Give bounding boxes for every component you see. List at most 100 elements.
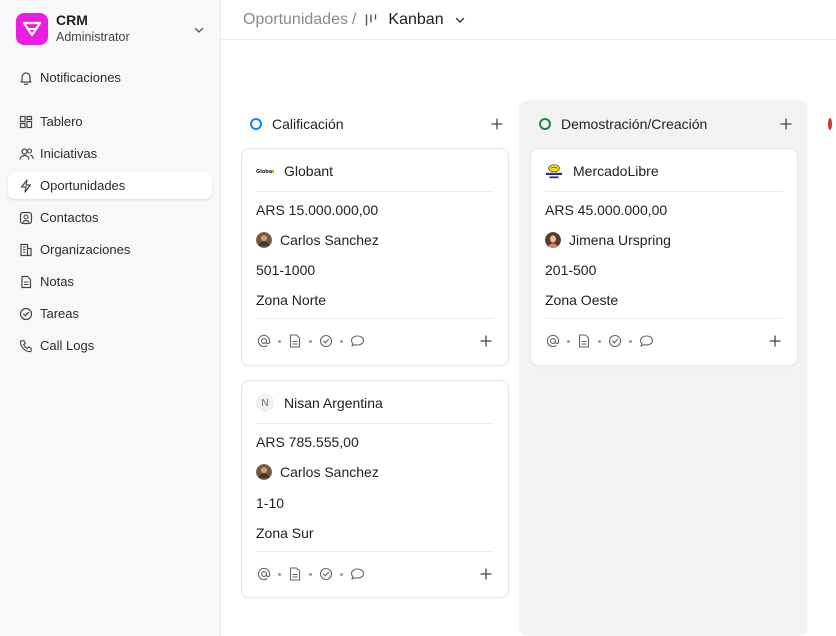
sidebar-item-call-logs[interactable]: Call Logs: [8, 332, 212, 359]
column-header: Calificación: [250, 114, 506, 134]
view-selector[interactable]: Kanban: [388, 11, 443, 29]
sidebar-item-label: Contactos: [40, 210, 99, 225]
bell-icon: [18, 70, 34, 86]
status-indicator-icon: [250, 118, 262, 130]
owner-name: Jimena Urspring: [569, 232, 671, 248]
owner-name: Carlos Sanchez: [280, 232, 379, 248]
divider: [545, 191, 783, 192]
sidebar-item-label: Tablero: [40, 114, 83, 129]
add-activity-button[interactable]: [478, 565, 494, 583]
plus-icon: [480, 335, 492, 347]
separator-dot: [598, 339, 601, 343]
brand-role: Administrator: [56, 30, 130, 44]
page-header: Oportunidades / Kanban: [221, 0, 836, 40]
deal-owner: Jimena Urspring: [545, 230, 783, 250]
brand-text: CRM Administrator: [56, 12, 130, 45]
card-actions: [545, 331, 783, 351]
contact-icon: [18, 210, 34, 226]
task-check-icon[interactable]: [607, 333, 623, 349]
note-icon[interactable]: [287, 566, 303, 582]
sidebar-item-label: Tareas: [40, 306, 80, 321]
at-mention-icon[interactable]: [545, 333, 561, 349]
organization-name: Globant: [284, 163, 334, 179]
column-title: Calificación: [272, 116, 344, 132]
territory: Zona Oeste: [545, 292, 619, 308]
card-header: Globant Globant: [256, 161, 494, 181]
plus-icon: [780, 118, 792, 130]
deal-card[interactable]: N Nisan Argentina ARS 785.555,00 Carlos …: [241, 380, 509, 598]
status-indicator-icon: [539, 118, 551, 130]
kanban-column-calificacion: Calificación Globant Globant ARS 15.000.…: [230, 100, 518, 636]
separator-dot: [567, 339, 570, 343]
column-header: Demostración/Creación: [539, 114, 795, 134]
chevron-down-icon: [193, 23, 205, 41]
task-check-icon[interactable]: [318, 566, 334, 582]
sidebar-item-label: Call Logs: [40, 338, 95, 353]
breadcrumb[interactable]: Oportunidades: [243, 11, 348, 29]
avatar: [256, 232, 272, 248]
comment-icon[interactable]: [349, 333, 365, 349]
card-actions: [256, 564, 494, 584]
column-title: Demostración/Creación: [561, 116, 708, 132]
sidebar-item-tablero[interactable]: Tablero: [8, 108, 212, 135]
add-activity-button[interactable]: [767, 332, 783, 350]
territory: Zona Norte: [256, 292, 327, 308]
territory: Zona Sur: [256, 525, 314, 541]
deal-owner: Carlos Sanchez: [256, 462, 494, 482]
brand-name: CRM: [56, 12, 88, 28]
at-mention-icon[interactable]: [256, 333, 272, 349]
add-activity-button[interactable]: [478, 332, 494, 350]
check-circle-icon: [18, 306, 34, 322]
svg-text:Globant: Globant: [256, 169, 274, 175]
users-icon: [18, 146, 34, 162]
at-mention-icon[interactable]: [256, 566, 272, 582]
sidebar-item-organizaciones[interactable]: Organizaciones: [8, 236, 212, 263]
column-header: [828, 114, 836, 134]
sidebar-item-iniciativas[interactable]: Iniciativas: [8, 140, 212, 167]
brand-switcher[interactable]: CRM Administrator: [8, 8, 213, 50]
building-icon: [18, 242, 34, 258]
dashboard-icon: [18, 114, 34, 130]
sidebar-item-tareas[interactable]: Tareas: [8, 300, 212, 327]
deal-owner: Carlos Sanchez: [256, 230, 494, 250]
task-check-icon[interactable]: [318, 333, 334, 349]
org-size: 201-500: [545, 262, 597, 278]
plus-icon: [480, 568, 492, 580]
note-icon[interactable]: [287, 333, 303, 349]
sidebar-item-contactos[interactable]: Contactos: [8, 204, 212, 231]
crm-logo-icon: [16, 13, 48, 45]
add-card-button[interactable]: [777, 114, 795, 134]
avatar: [545, 232, 561, 248]
sidebar-item-oportunidades[interactable]: Oportunidades: [8, 172, 212, 199]
divider: [256, 318, 494, 319]
divider: [256, 423, 494, 424]
comment-icon[interactable]: [349, 566, 365, 582]
deal-card[interactable]: Globant Globant ARS 15.000.000,00 Carlos…: [241, 148, 509, 366]
deal-amount: ARS 785.555,00: [256, 434, 359, 450]
deal-card[interactable]: MercadoLibre ARS 45.000.000,00 Jimena Ur…: [530, 148, 798, 366]
sidebar-item-notificaciones[interactable]: Notificaciones: [8, 64, 212, 91]
chevron-down-icon[interactable]: [454, 14, 466, 26]
mercadolibre-logo-icon: [545, 162, 563, 180]
separator-dot: [340, 339, 343, 343]
note-icon[interactable]: [576, 333, 592, 349]
card-header: N Nisan Argentina: [256, 393, 494, 413]
separator-dot: [278, 339, 281, 343]
sidebar-item-label: Organizaciones: [40, 242, 131, 257]
owner-name: Carlos Sanchez: [280, 464, 379, 480]
org-size: 501-1000: [256, 262, 316, 278]
breadcrumb-separator: /: [351, 10, 357, 28]
deal-amount: ARS 15.000.000,00: [256, 202, 379, 218]
avatar: [256, 464, 272, 480]
separator-dot: [309, 339, 312, 343]
comment-icon[interactable]: [638, 333, 654, 349]
lightning-icon: [18, 178, 34, 194]
separator-dot: [340, 572, 343, 576]
deal-amount: ARS 45.000.000,00: [545, 202, 668, 218]
sidebar-item-label: Iniciativas: [40, 146, 98, 161]
plus-icon: [769, 335, 781, 347]
add-card-button[interactable]: [488, 114, 506, 134]
sidebar-item-notas[interactable]: Notas: [8, 268, 212, 295]
kanban-column-next: [808, 100, 836, 636]
card-actions: [256, 331, 494, 351]
